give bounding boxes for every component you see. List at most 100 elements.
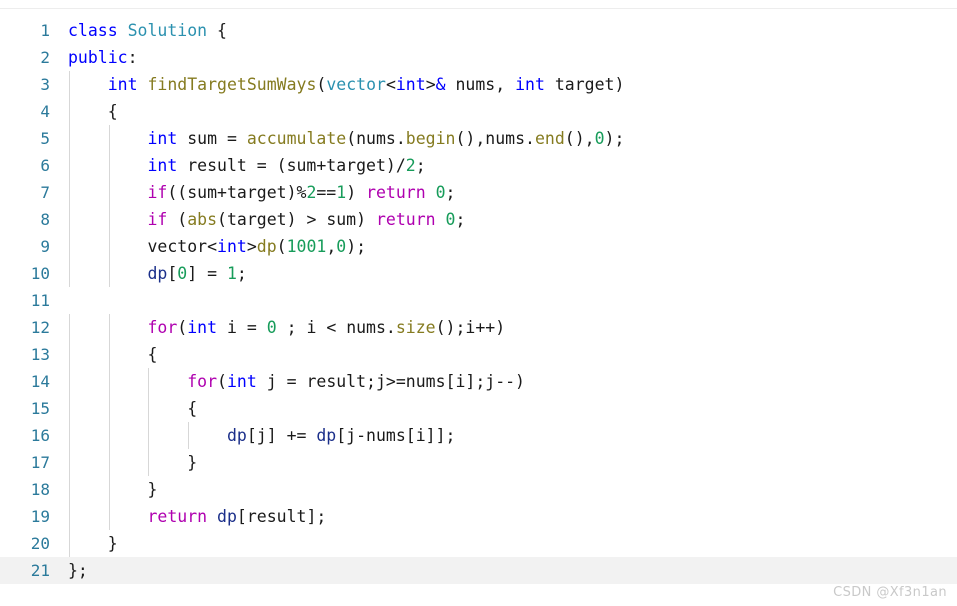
code-token: 1 xyxy=(226,264,237,283)
code-line[interactable]: 3 int findTargetSumWays(vector<int>& num… xyxy=(0,71,957,98)
line-number: 10 xyxy=(30,264,50,283)
indent-guide xyxy=(69,368,70,395)
line-number: 17 xyxy=(30,453,50,472)
code-token: dp xyxy=(256,237,277,256)
code-line[interactable]: 1 class Solution { xyxy=(0,17,957,44)
code-line[interactable]: 18 } xyxy=(0,476,957,503)
code-line[interactable]: 17 } xyxy=(0,449,957,476)
indent-guide xyxy=(108,233,110,260)
code-line-content[interactable]: } xyxy=(50,449,957,476)
code-token: int xyxy=(217,237,247,256)
code-line-content[interactable]: } xyxy=(50,530,957,557)
code-token: 0 xyxy=(435,183,446,202)
code-token: ) xyxy=(346,183,367,202)
code-token: class xyxy=(68,21,118,40)
code-token: 0 xyxy=(177,264,188,283)
code-line-content[interactable]: } xyxy=(50,476,957,503)
code-token: , xyxy=(326,237,337,256)
code-token: > xyxy=(246,237,257,256)
indent-guide xyxy=(148,395,150,422)
code-token: 1001 xyxy=(286,237,327,256)
code-token: findTargetSumWays xyxy=(147,75,317,94)
code-token: return xyxy=(376,210,436,229)
code-line-content[interactable]: for(int j = result;j>=nums[i];j--) xyxy=(50,368,957,395)
indent-guide xyxy=(69,152,70,179)
code-line-content[interactable]: if((sum+target)%2==1) return 0; xyxy=(50,179,957,206)
code-token: begin xyxy=(405,129,456,148)
code-line-content[interactable]: { xyxy=(50,341,957,368)
code-line-content[interactable]: { xyxy=(50,98,957,125)
code-token: ; xyxy=(236,264,247,283)
code-line-content[interactable]: int sum = accumulate(nums.begin(),nums.e… xyxy=(50,125,957,152)
top-divider xyxy=(0,8,957,9)
code-line[interactable]: 15 { xyxy=(0,395,957,422)
indent-guide xyxy=(69,98,70,125)
code-token: if xyxy=(147,210,168,229)
code-line[interactable]: 11 xyxy=(0,287,957,314)
code-line[interactable]: 2 public: xyxy=(0,44,957,71)
code-line-content[interactable]: }; xyxy=(50,557,957,584)
code-line[interactable]: 6 int result = (sum+target)/2; xyxy=(0,152,957,179)
code-line-content[interactable]: int result = (sum+target)/2; xyxy=(50,152,957,179)
code-line[interactable]: 20 } xyxy=(0,530,957,557)
code-line-content[interactable]: dp[j] += dp[j-nums[i]]; xyxy=(50,422,957,449)
code-line-content[interactable]: vector<int>dp(1001,0); xyxy=(50,233,957,260)
indent-guide xyxy=(148,368,150,395)
code-lines-container[interactable]: 1 class Solution {2 public: 3 int findTarge… xyxy=(0,17,957,584)
code-token: [result]; xyxy=(236,507,327,526)
code-token: int xyxy=(395,75,426,94)
code-line[interactable]: 14 for(int j = result;j>=nums[i];j--) xyxy=(0,368,957,395)
code-line[interactable]: 13 { xyxy=(0,341,957,368)
code-line[interactable]: 21}; xyxy=(0,557,957,584)
indent-guide xyxy=(108,179,110,206)
code-token: ; i < nums. xyxy=(276,318,396,337)
line-number: 19 xyxy=(30,507,50,526)
code-line[interactable]: 8 if (abs(target) > sum) return 0; xyxy=(0,206,957,233)
indent-guide xyxy=(108,314,110,341)
indent-guide xyxy=(69,422,70,449)
code-token: ();i++) xyxy=(435,318,506,337)
code-token: 1 xyxy=(336,183,347,202)
code-line[interactable]: 12 for(int i = 0 ; i < nums.size();i++) xyxy=(0,314,957,341)
code-token: == xyxy=(316,183,337,202)
code-token: ; xyxy=(455,210,466,229)
code-token: 2 xyxy=(405,156,416,175)
code-line[interactable]: 5 int sum = accumulate(nums.begin(),nums… xyxy=(0,125,957,152)
code-token: return xyxy=(366,183,426,202)
code-line[interactable]: 7 if((sum+target)%2==1) return 0; xyxy=(0,179,957,206)
code-line[interactable]: 10 dp[0] = 1; xyxy=(0,260,957,287)
code-line-content[interactable]: for(int i = 0 ; i < nums.size();i++) xyxy=(50,314,957,341)
code-line[interactable]: 9 vector<int>dp(1001,0); xyxy=(0,233,957,260)
code-token: > xyxy=(425,75,436,94)
code-token: dp xyxy=(147,264,168,283)
code-line-content[interactable]: public: xyxy=(50,44,957,71)
code-line[interactable]: 4 { xyxy=(0,98,957,125)
indent-guide xyxy=(108,422,110,449)
code-token: nums, xyxy=(445,75,516,94)
code-token: ( xyxy=(177,318,188,337)
code-line-content[interactable]: { xyxy=(50,395,957,422)
indent-guide xyxy=(148,422,150,449)
code-token: j = result;j>=nums[i];j--) xyxy=(256,372,525,391)
code-line-content[interactable]: return dp[result]; xyxy=(50,503,957,530)
code-token: 0 xyxy=(445,210,456,229)
code-token: 0 xyxy=(594,129,605,148)
indent-guide xyxy=(69,395,70,422)
code-token: } xyxy=(68,534,118,553)
code-line-content[interactable]: class Solution { xyxy=(50,17,957,44)
indent-guide xyxy=(108,449,110,476)
line-number: 6 xyxy=(40,156,50,175)
line-number: 9 xyxy=(40,237,50,256)
code-line[interactable]: 16 dp[j] += dp[j-nums[i]]; xyxy=(0,422,957,449)
code-token: [j] += xyxy=(246,426,317,445)
code-token: return xyxy=(147,507,208,526)
code-token: (target) > sum) xyxy=(217,210,376,229)
code-line-content[interactable]: int findTargetSumWays(vector<int>& nums,… xyxy=(50,71,957,98)
indent-guide xyxy=(69,530,70,557)
code-editor: 1 class Solution {2 public: 3 int findTarge… xyxy=(0,0,957,606)
indent-guide xyxy=(69,314,70,341)
code-line-content[interactable]: if (abs(target) > sum) return 0; xyxy=(50,206,957,233)
code-line-content[interactable]: dp[0] = 1; xyxy=(50,260,957,287)
code-line[interactable]: 19 return dp[result]; xyxy=(0,503,957,530)
